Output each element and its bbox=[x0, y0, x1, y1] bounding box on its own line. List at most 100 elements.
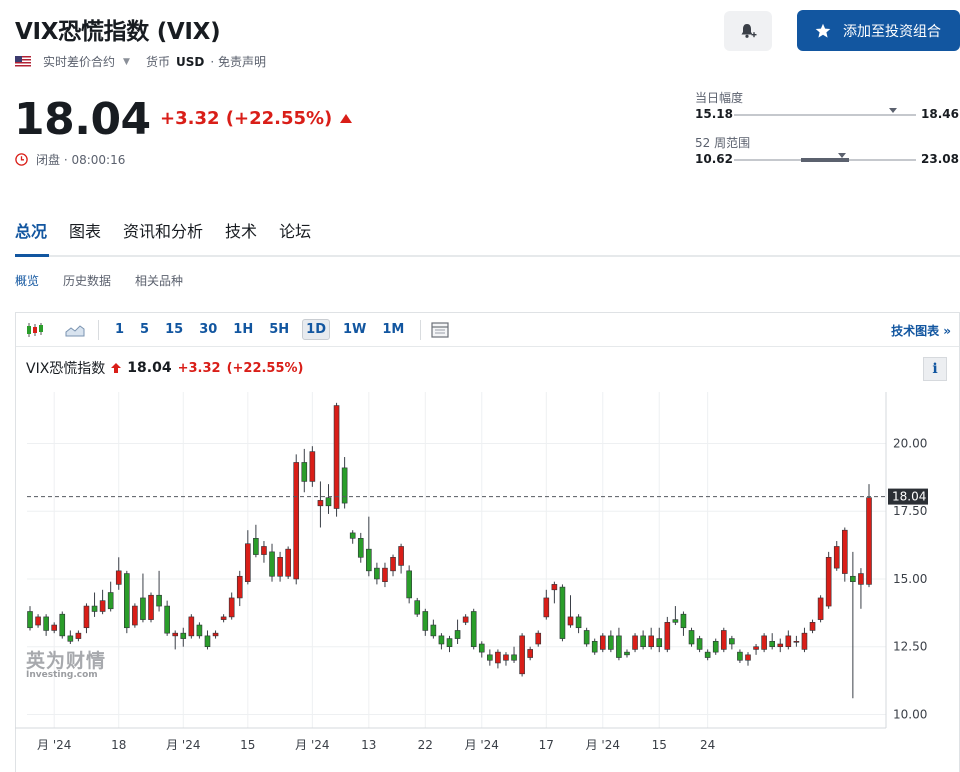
candle-body bbox=[478, 643, 485, 653]
candle-body bbox=[398, 546, 404, 566]
candle-body bbox=[309, 451, 316, 482]
candle-body bbox=[858, 573, 864, 585]
y-tick-label: 12.50 bbox=[893, 640, 927, 654]
candle-body bbox=[293, 462, 300, 580]
candle-body bbox=[624, 651, 630, 656]
candle-body bbox=[817, 597, 824, 620]
candle-body bbox=[462, 616, 469, 623]
candle-body bbox=[67, 635, 74, 642]
candle-body bbox=[785, 635, 792, 648]
candle-body bbox=[148, 594, 154, 620]
candle-body bbox=[720, 630, 727, 650]
candle-body bbox=[648, 635, 654, 648]
candle-body bbox=[688, 630, 695, 645]
candle-body bbox=[527, 649, 533, 658]
candle-body bbox=[511, 654, 517, 661]
candle-body bbox=[51, 624, 58, 631]
candle-body bbox=[454, 630, 461, 639]
candle-body bbox=[180, 632, 187, 639]
candle-body bbox=[801, 632, 808, 650]
x-tick-label: 月 '24 bbox=[465, 738, 499, 752]
candle-body bbox=[793, 640, 800, 643]
candle-body bbox=[680, 613, 687, 629]
candle-body bbox=[745, 654, 751, 661]
candle-body bbox=[357, 538, 364, 558]
candle-body bbox=[519, 635, 525, 675]
y-tick-label: 20.00 bbox=[893, 436, 927, 450]
x-tick-label: 24 bbox=[700, 738, 715, 752]
candle-body bbox=[737, 651, 743, 661]
candle-body bbox=[559, 586, 566, 639]
y-tick-label: 10.00 bbox=[893, 707, 927, 721]
watermark-cn: 英为财情 bbox=[26, 650, 107, 672]
candle-body bbox=[156, 594, 162, 607]
candle-body bbox=[470, 611, 477, 648]
x-tick-label: 月 '24 bbox=[166, 738, 200, 752]
candle-body bbox=[850, 575, 856, 582]
candle-body bbox=[495, 651, 501, 664]
x-tick-label: 17 bbox=[539, 738, 554, 752]
candle-body bbox=[769, 640, 775, 648]
candle-body bbox=[301, 462, 308, 482]
x-tick-label: 18 bbox=[111, 738, 126, 752]
candle-body bbox=[253, 538, 259, 555]
candle-body bbox=[349, 532, 356, 539]
candle-body bbox=[75, 632, 82, 639]
candle-body bbox=[374, 567, 380, 580]
candle-body bbox=[124, 573, 130, 629]
candle-body bbox=[551, 584, 558, 591]
candle-body bbox=[809, 622, 816, 631]
candle-body bbox=[43, 616, 49, 631]
candle-body bbox=[761, 635, 767, 650]
candle-body bbox=[422, 611, 429, 631]
candle-body bbox=[317, 500, 324, 507]
candle-body bbox=[115, 570, 122, 585]
candle-body bbox=[333, 405, 340, 509]
candle-body bbox=[228, 597, 235, 618]
candle-body bbox=[535, 632, 542, 645]
candle-body bbox=[825, 556, 832, 607]
candle-body bbox=[83, 605, 90, 629]
candle-body bbox=[382, 567, 388, 582]
candle-body bbox=[27, 611, 33, 629]
candle-body bbox=[99, 600, 106, 612]
candle-body bbox=[261, 546, 267, 555]
last-price-label: 18.04 bbox=[892, 490, 926, 504]
candle-body bbox=[704, 651, 711, 658]
y-tick-label: 17.50 bbox=[893, 504, 927, 518]
x-tick-label: 13 bbox=[361, 738, 376, 752]
x-tick-label: 15 bbox=[652, 738, 667, 752]
candle-body bbox=[236, 575, 243, 599]
candle-body bbox=[777, 643, 784, 648]
candle-body bbox=[672, 619, 679, 623]
candle-body bbox=[59, 613, 66, 637]
candle-body bbox=[656, 638, 663, 648]
candle-body bbox=[341, 467, 348, 504]
candle-body bbox=[164, 605, 170, 634]
candle-body bbox=[277, 556, 283, 577]
candlestick-chart[interactable]: 10.00 12.50 15.00 17.50 20.00 月 '24 18 月 '24 15 月… bbox=[0, 0, 960, 772]
candle-body bbox=[107, 592, 114, 610]
candle-body bbox=[438, 635, 445, 645]
candle-body bbox=[172, 632, 179, 637]
candle-body bbox=[285, 548, 291, 577]
watermark-en: Investing.com bbox=[26, 670, 98, 680]
candle-body bbox=[833, 546, 840, 569]
candle-body bbox=[543, 597, 550, 618]
candle-body bbox=[414, 600, 421, 615]
candle-body bbox=[632, 635, 638, 650]
candle-body bbox=[269, 551, 275, 577]
candle-body bbox=[35, 616, 41, 626]
candle-body bbox=[196, 624, 203, 637]
candle-body bbox=[220, 616, 227, 620]
candle-body bbox=[729, 638, 735, 645]
x-tick-label: 月 '24 bbox=[586, 738, 620, 752]
candle-body bbox=[366, 548, 372, 572]
candle-body bbox=[212, 632, 219, 637]
watermark-logo: 英为财情 Investing.com bbox=[26, 652, 106, 680]
candle-body bbox=[640, 635, 646, 648]
candle-body bbox=[608, 635, 614, 650]
candle-body bbox=[140, 597, 146, 620]
candle-body bbox=[866, 497, 872, 585]
candle-body bbox=[487, 654, 493, 661]
